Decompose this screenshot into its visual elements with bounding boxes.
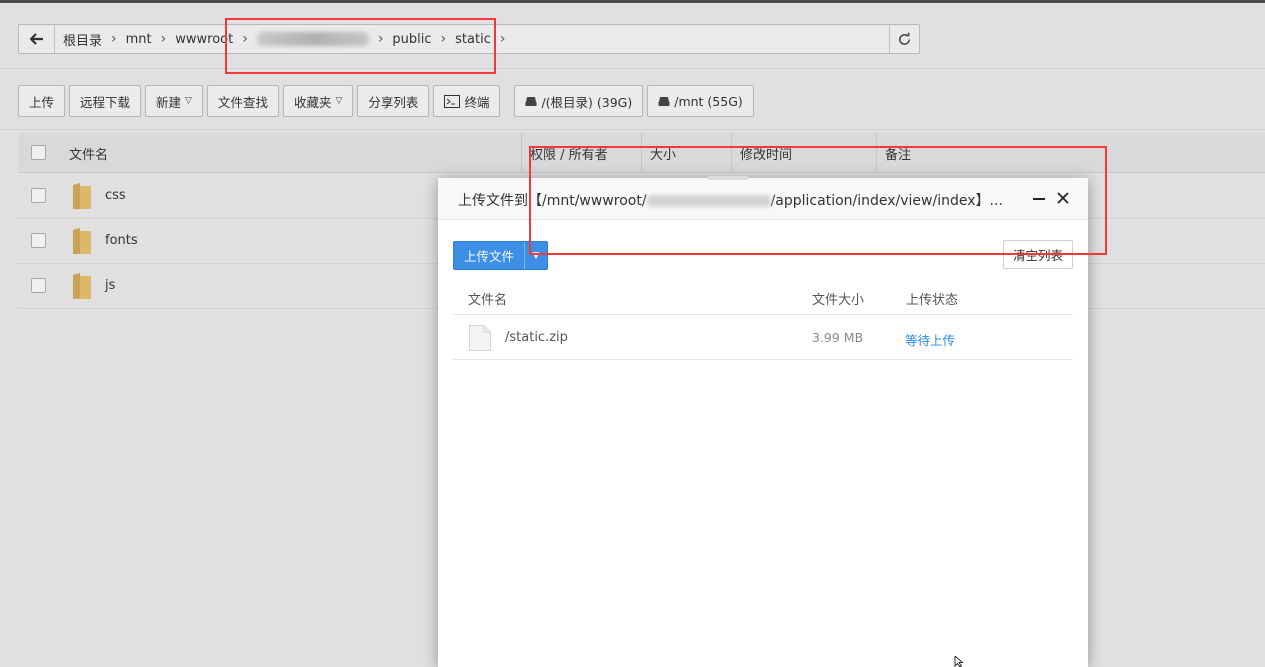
- chevron-down-icon: ▽: [185, 96, 192, 106]
- annotation-box-dialog-title: [529, 146, 1107, 255]
- file-name[interactable]: css: [105, 188, 126, 203]
- upload-file-status: 等待上传: [905, 333, 956, 348]
- file-name[interactable]: fonts: [105, 233, 138, 248]
- remote-download-button[interactable]: 远程下载: [69, 85, 142, 117]
- chevron-right-icon: ›: [111, 31, 117, 47]
- col-upload-status: 上传状态: [906, 293, 959, 308]
- folder-icon: [73, 273, 91, 299]
- terminal-button[interactable]: 终端: [433, 85, 501, 117]
- terminal-icon: [444, 94, 461, 108]
- annotation-box-breadcrumb: [225, 18, 496, 74]
- disk-mnt-button[interactable]: /mnt (55G): [647, 85, 754, 117]
- mouse-cursor-icon: [954, 656, 964, 667]
- row-checkbox[interactable]: [31, 233, 46, 248]
- file-search-label: 文件查找: [217, 94, 268, 110]
- disk-root-button[interactable]: /(根目录) (39G): [514, 85, 644, 117]
- divider: [0, 68, 1265, 69]
- row-checkbox[interactable]: [31, 188, 46, 203]
- chevron-right-icon: ›: [499, 31, 506, 47]
- chevron-right-icon: ›: [160, 31, 167, 47]
- toolbar: 上传 远程下载 新建 ▽ 文件查找 收藏夹 ▽ 分享列表 终端 /(根目录) (39…: [18, 85, 758, 117]
- col-name[interactable]: 文件名: [61, 133, 108, 173]
- refresh-icon: [899, 32, 910, 45]
- upload-list-item: /static.zip 3.99 MB 等待上传: [453, 315, 1073, 360]
- back-button[interactable]: [19, 25, 55, 53]
- top-border: [0, 0, 1265, 3]
- divider: [0, 129, 1265, 130]
- disk-mnt-label: /mnt (55G): [674, 93, 743, 109]
- file-search-button[interactable]: 文件查找: [206, 85, 279, 117]
- disk-root-label: /(根目录) (39G): [541, 94, 633, 110]
- upload-file-name: /static.zip: [505, 330, 568, 345]
- disk-icon: [658, 96, 670, 106]
- favorites-label: 收藏夹: [293, 94, 332, 110]
- select-all-checkbox[interactable]: [31, 145, 46, 160]
- upload-table-header: 文件名 文件大小 上传状态: [453, 278, 1073, 315]
- upload-file-size: 3.99 MB: [812, 330, 864, 345]
- file-icon: [469, 325, 491, 351]
- disk-icon: [525, 96, 537, 106]
- share-list-label: 分享列表: [368, 94, 419, 110]
- breadcrumb-root[interactable]: 根目录: [63, 30, 102, 49]
- favorites-button[interactable]: 收藏夹 ▽: [282, 85, 354, 117]
- breadcrumb-mnt[interactable]: mnt: [126, 32, 152, 47]
- new-button[interactable]: 新建 ▽: [145, 85, 203, 117]
- folder-icon: [73, 228, 91, 254]
- col-upload-name: 文件名: [468, 293, 508, 308]
- new-button-label: 新建: [156, 94, 182, 110]
- remote-download-label: 远程下载: [80, 94, 131, 110]
- upload-file-label: 上传文件: [463, 249, 514, 264]
- file-name[interactable]: js: [105, 278, 115, 293]
- folder-icon: [73, 183, 91, 209]
- terminal-label: 终端: [464, 94, 490, 110]
- row-checkbox[interactable]: [31, 278, 46, 293]
- col-upload-size: 文件大小: [812, 293, 865, 308]
- arrow-left-icon: [29, 33, 43, 45]
- upload-button[interactable]: 上传: [18, 85, 66, 117]
- chevron-down-icon: ▽: [335, 96, 343, 106]
- refresh-button[interactable]: [889, 25, 919, 53]
- share-list-button[interactable]: 分享列表: [357, 85, 430, 117]
- upload-button-label: 上传: [29, 94, 55, 110]
